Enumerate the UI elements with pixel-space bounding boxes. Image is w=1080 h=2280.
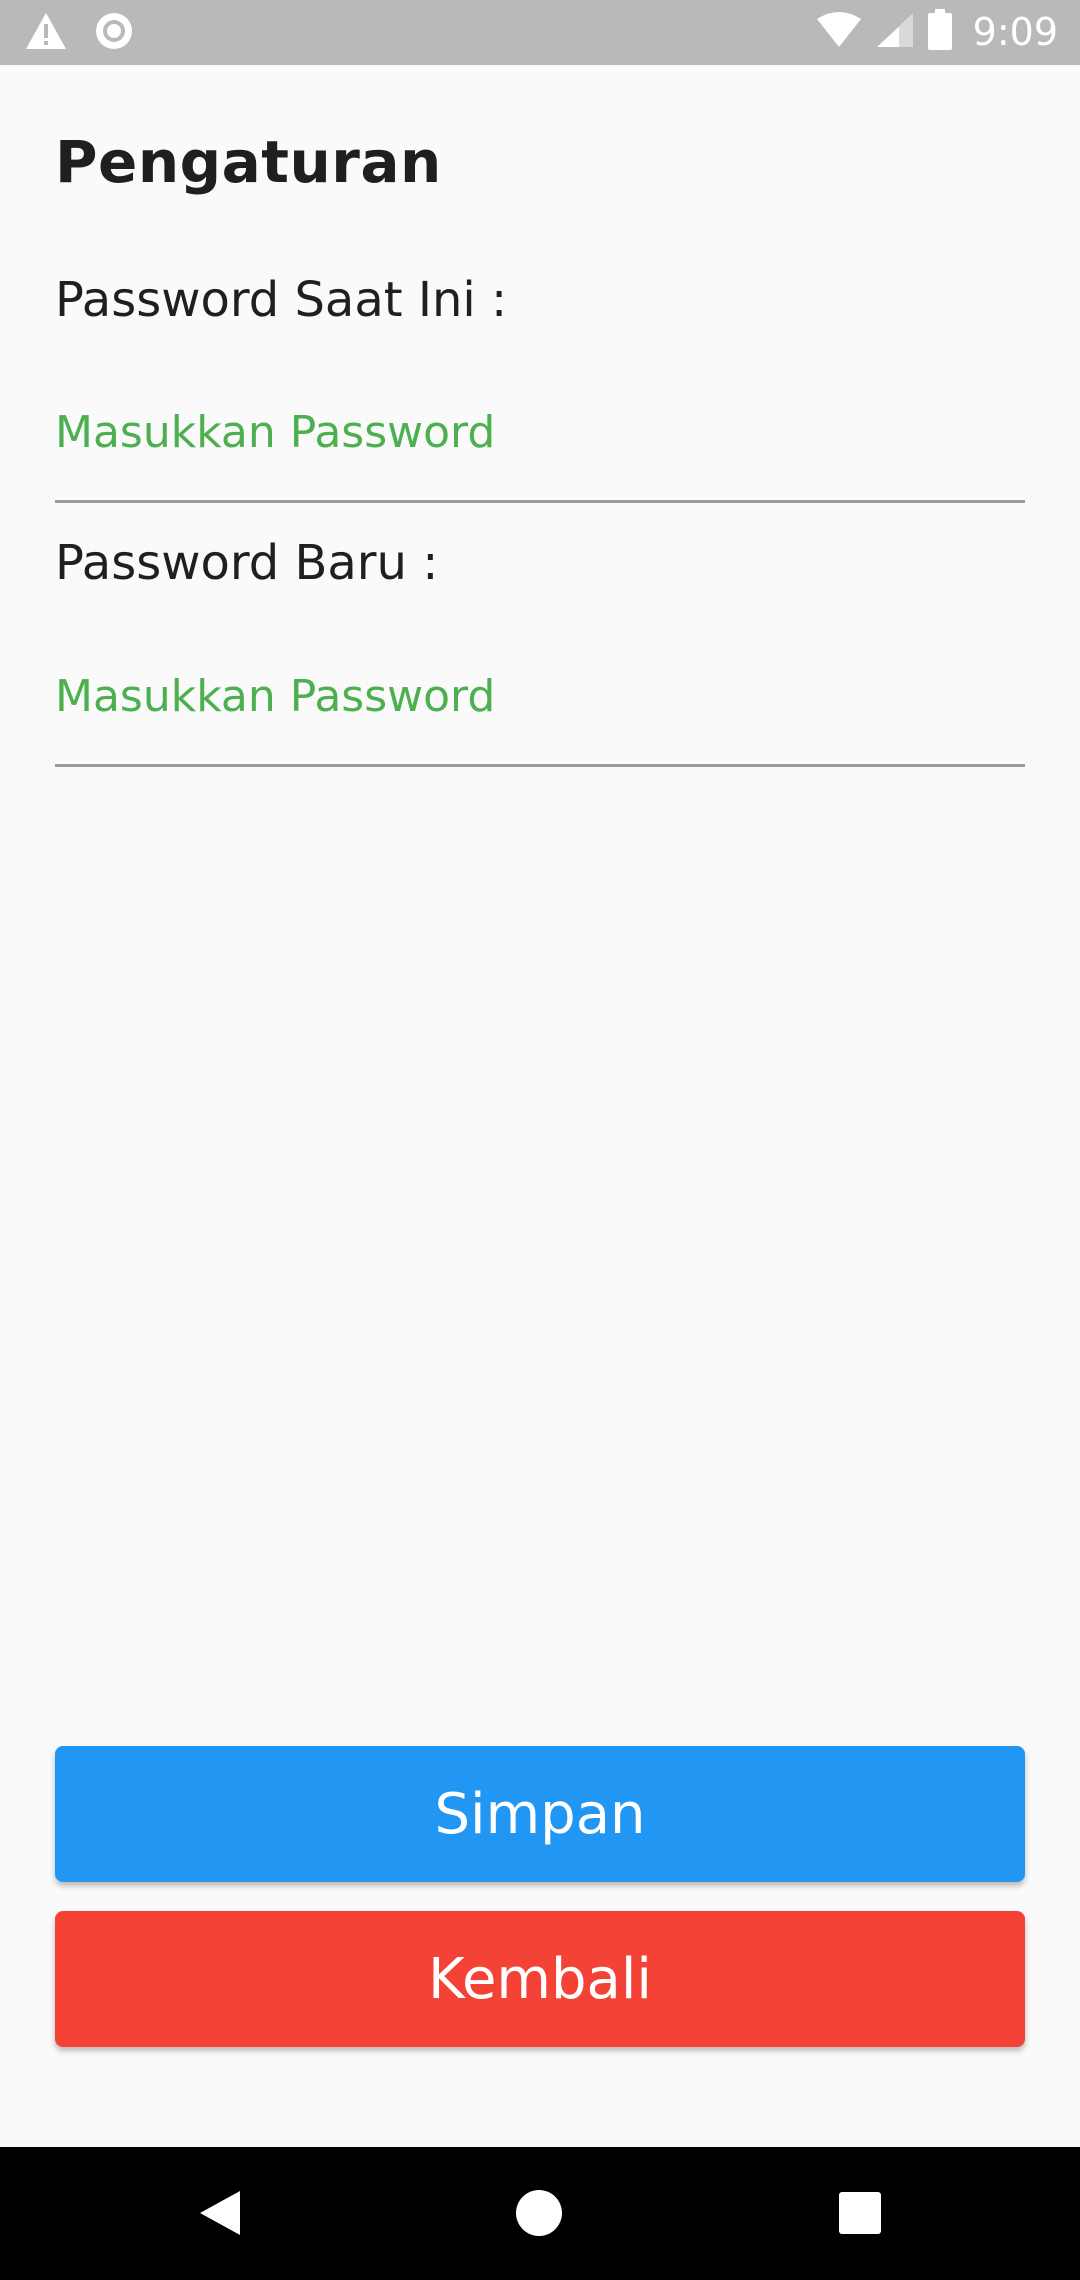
current-password-label: Password Saat Ini : xyxy=(55,272,508,328)
page-title: Pengaturan xyxy=(55,128,442,196)
save-button[interactable]: Simpan xyxy=(55,1746,1025,1882)
status-bar-left xyxy=(24,12,134,54)
wifi-icon xyxy=(815,11,863,53)
battery-icon xyxy=(927,9,953,55)
recents-square-icon[interactable] xyxy=(830,2183,890,2243)
new-password-input[interactable] xyxy=(55,649,1025,767)
warning-icon xyxy=(24,11,68,55)
back-button[interactable]: Kembali xyxy=(55,1911,1025,2047)
new-password-label: Password Baru : xyxy=(55,535,439,591)
navigation-bar xyxy=(0,2147,1080,2280)
back-triangle-icon[interactable] xyxy=(192,2183,252,2243)
status-time: 9:09 xyxy=(972,10,1058,54)
signal-icon xyxy=(875,11,915,53)
record-icon xyxy=(94,11,134,55)
home-circle-icon[interactable] xyxy=(509,2183,569,2243)
status-bar-right: 9:09 xyxy=(815,9,1058,55)
current-password-input[interactable] xyxy=(55,385,1025,503)
status-bar: 9:09 xyxy=(0,0,1080,65)
